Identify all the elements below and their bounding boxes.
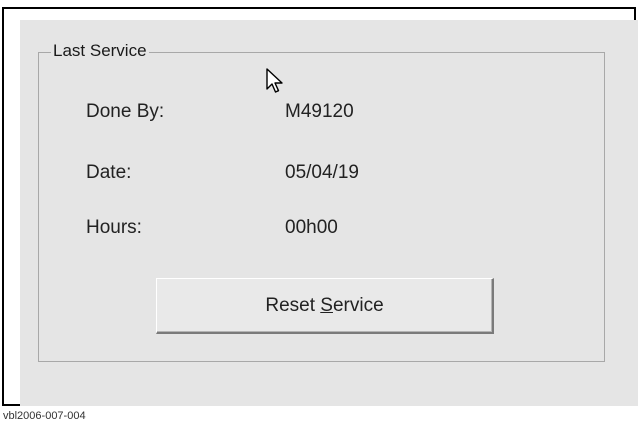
reset-service-label-mnemonic: S [320,294,333,316]
date-label: Date: [86,162,132,183]
reset-service-label-prefix: Reset [265,294,321,316]
reset-service-button[interactable]: Reset Service [156,278,494,334]
groupbox-title: Last Service [51,40,149,62]
mouse-pointer-icon [266,68,283,93]
hours-value: 00h00 [285,217,338,238]
date-value: 05/04/19 [285,162,359,183]
hours-label: Hours: [86,217,142,238]
done-by-value: M49120 [285,101,354,122]
dialog-panel: Last Service Done By: M49120 Date: 05/04… [20,20,638,406]
done-by-label: Done By: [86,101,165,122]
figure-caption: vbl2006-007-004 [3,410,86,422]
reset-service-label-suffix: ervice [332,294,384,316]
